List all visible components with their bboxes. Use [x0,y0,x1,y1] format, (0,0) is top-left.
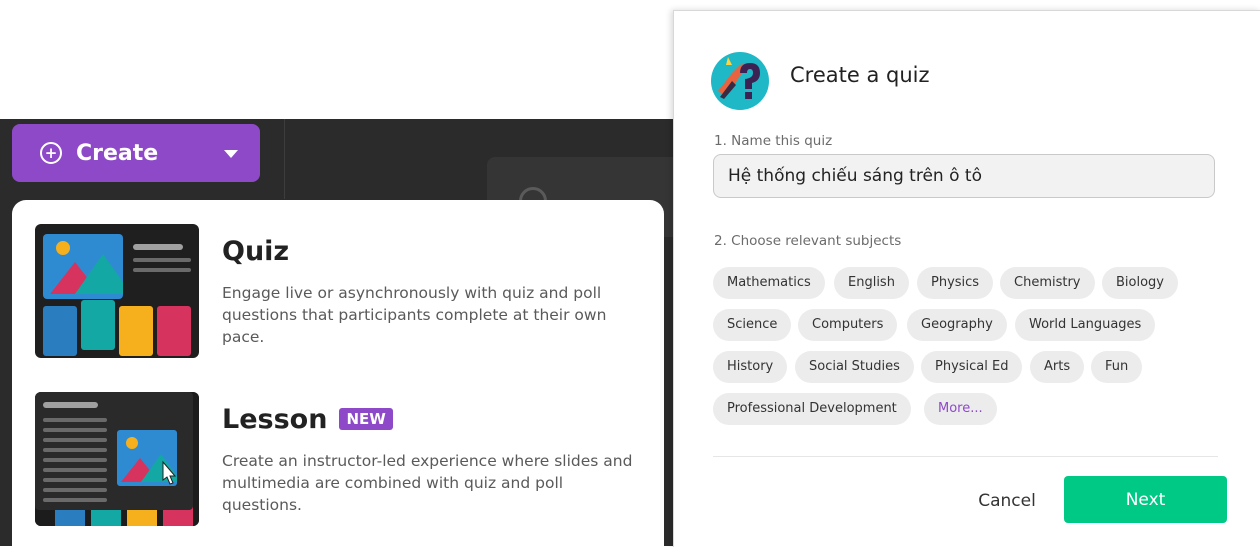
quiz-description: Engage live or asynchronously with quiz … [222,284,607,346]
subject-chip-physics[interactable]: Physics [917,267,994,299]
menu-item-quiz[interactable]: Quiz Engage live or asynchronously with … [12,222,664,372]
new-badge: NEW [339,408,393,430]
name-label: 1. Name this quiz [714,133,833,149]
next-button[interactable]: Next [1064,476,1227,523]
header-divider [284,119,285,199]
subject-chip-computers[interactable]: Computers [798,309,898,341]
lesson-title-text: Lesson [222,404,328,435]
lesson-illustration-icon [35,392,199,526]
cancel-button[interactable]: Cancel [957,479,1057,523]
create-button-label: Create [76,140,159,166]
subject-chip-biology[interactable]: Biology [1102,267,1178,299]
quiz-name-input[interactable] [713,154,1215,198]
footer-divider [713,456,1218,457]
subject-chip-arts[interactable]: Arts [1030,351,1085,383]
more-subjects-button[interactable]: More... [924,393,997,425]
quiz-logo-icon [710,51,770,111]
subject-chip-physical-ed[interactable]: Physical Ed [921,351,1023,383]
subject-chip-geography[interactable]: Geography [907,309,1007,341]
subject-chip-science[interactable]: Science [713,309,792,341]
subject-chip-english[interactable]: English [834,267,909,299]
subject-chip-social-studies[interactable]: Social Studies [795,351,914,383]
lesson-description: Create an instructor-led experience wher… [222,452,633,514]
create-button[interactable]: + Create [12,124,260,182]
subject-chip-world-languages[interactable]: World Languages [1015,309,1156,341]
menu-item-lesson[interactable]: Lesson NEW Create an instructor-led exper… [12,390,664,540]
create-quiz-dialog: Create a quiz 1. Name this quiz 2. Choos… [673,10,1260,547]
chevron-down-icon[interactable] [224,150,238,158]
lesson-title: Lesson NEW [222,404,393,435]
subject-chip-history[interactable]: History [713,351,788,383]
plus-circle-icon: + [40,142,62,164]
quiz-illustration-icon [35,224,199,358]
dialog-title: Create a quiz [790,63,930,87]
subjects-label: 2. Choose relevant subjects [714,233,902,249]
create-menu: Quiz Engage live or asynchronously with … [12,200,664,546]
subject-chip-fun[interactable]: Fun [1091,351,1143,383]
subject-chip-chemistry[interactable]: Chemistry [1000,267,1095,299]
subject-chip-mathematics[interactable]: Mathematics [713,267,825,299]
subject-chip-professional-development[interactable]: Professional Development [713,393,911,425]
quiz-title: Quiz [222,236,290,267]
